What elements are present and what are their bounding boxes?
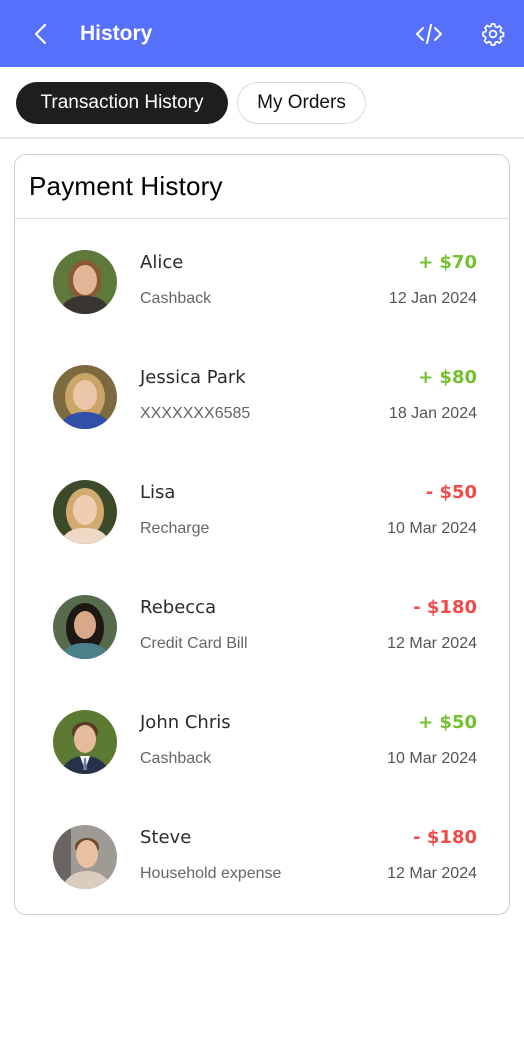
page-title: History: [80, 22, 153, 45]
card-title: Payment History: [29, 171, 223, 201]
app-bar: History: [0, 0, 524, 67]
contact-name: Lisa: [140, 482, 176, 503]
transaction-row[interactable]: Steve Household expense - $180 12 Mar 20…: [15, 795, 509, 910]
transaction-date: 12 Mar 2024: [387, 635, 477, 652]
transaction-description: Recharge: [140, 520, 210, 537]
tab-my-orders[interactable]: My Orders: [237, 82, 366, 124]
transaction-amount: + $80: [418, 367, 477, 388]
avatar: [53, 480, 117, 544]
transaction-description: Cashback: [140, 750, 212, 767]
transaction-amount: + $70: [418, 252, 477, 273]
card-header: Payment History: [15, 155, 509, 219]
payment-history-card: Payment History Alice Cashback + $70 12 …: [14, 154, 510, 915]
transaction-date: 10 Mar 2024: [387, 750, 477, 767]
contact-name: Rebecca: [140, 597, 217, 618]
gear-icon: [482, 23, 505, 46]
transaction-row[interactable]: Jessica Park XXXXXXX6585 + $80 18 Jan 20…: [15, 335, 509, 450]
transaction-row[interactable]: Lisa Recharge - $50 10 Mar 2024: [15, 450, 509, 565]
avatar: [53, 595, 117, 659]
transaction-description: Household expense: [140, 865, 282, 882]
code-icon: [416, 24, 442, 44]
transaction-date: 12 Jan 2024: [388, 290, 477, 307]
avatar: [53, 250, 117, 314]
code-button[interactable]: [413, 19, 445, 49]
transaction-date: 10 Mar 2024: [387, 520, 477, 537]
transaction-amount: - $180: [413, 597, 477, 618]
avatar: [53, 825, 117, 889]
transaction-amount: - $50: [425, 482, 477, 503]
contact-name: Jessica Park: [140, 367, 246, 388]
tab-bar: Transaction History My Orders: [0, 67, 524, 139]
transaction-description: Cashback: [140, 290, 212, 307]
avatar: [53, 365, 117, 429]
avatar: [53, 710, 117, 774]
transaction-amount: - $180: [413, 827, 477, 848]
transaction-date: 18 Jan 2024: [388, 405, 477, 422]
tab-transaction-history[interactable]: Transaction History: [16, 82, 228, 124]
transaction-row[interactable]: John Chris Cashback + $50 10 Mar 2024: [15, 680, 509, 795]
contact-name: John Chris: [140, 712, 231, 733]
settings-button[interactable]: [478, 19, 508, 49]
transaction-date: 12 Mar 2024: [387, 865, 477, 882]
transaction-description: XXXXXXX6585: [140, 405, 251, 422]
contact-name: Steve: [140, 827, 192, 848]
transaction-row[interactable]: Rebecca Credit Card Bill - $180 12 Mar 2…: [15, 565, 509, 680]
contact-name: Alice: [140, 252, 184, 273]
back-button[interactable]: [26, 19, 56, 49]
chevron-left-icon: [34, 23, 47, 45]
transaction-description: Credit Card Bill: [140, 635, 248, 652]
transaction-amount: + $50: [418, 712, 477, 733]
transaction-row[interactable]: Alice Cashback + $70 12 Jan 2024: [15, 220, 509, 335]
